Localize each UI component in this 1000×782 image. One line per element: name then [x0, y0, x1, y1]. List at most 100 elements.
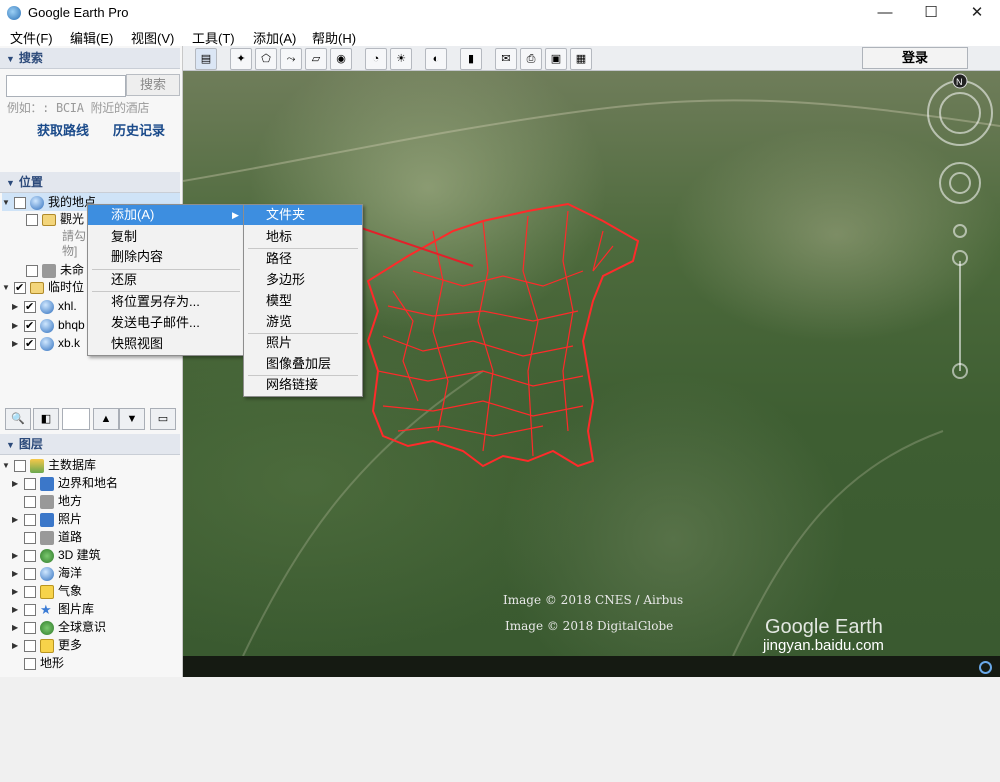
submenu-path[interactable]: 路径	[266, 249, 292, 269]
submenu-placemark[interactable]: 地标	[266, 227, 292, 247]
global-awareness-icon	[40, 620, 54, 635]
kml-row[interactable]: ▶xb.k	[12, 334, 80, 353]
streaming-icon	[979, 661, 992, 674]
eye-altitude: 视角海拔高度 20.87 公里	[783, 743, 944, 758]
menu-separator	[248, 333, 358, 334]
menu-help[interactable]: 帮助(H)	[312, 28, 356, 47]
menu-add[interactable]: 添加(A)	[253, 28, 296, 47]
title-bar: Google Earth Pro — ☐ ✕	[0, 0, 1000, 26]
search-places-button[interactable]: 🔍	[5, 408, 31, 430]
layer-row[interactable]: ▶ 更多	[12, 636, 82, 654]
elevation: 海拔 0 米	[666, 722, 764, 737]
move-down-button[interactable]: ▼	[119, 408, 145, 430]
path-icon[interactable]: ⤳	[280, 48, 302, 70]
submenu-polygon[interactable]: 多边形	[266, 270, 305, 290]
folder-icon	[42, 213, 56, 226]
more-icon	[40, 638, 54, 653]
maximize-button[interactable]: ☐	[908, 0, 954, 26]
historical-imagery-icon[interactable]: ◔	[365, 48, 387, 70]
globe-icon	[40, 299, 54, 314]
sightseeing-label: 觀光	[60, 212, 85, 226]
search-input[interactable]	[6, 75, 126, 97]
toggle-panel-button[interactable]: ◧	[33, 408, 59, 430]
submenu-arrow-icon: ▶	[232, 210, 239, 220]
polygon-icon[interactable]: ⬠	[255, 48, 277, 70]
primary-db-row[interactable]: ▼ 主数据库	[2, 456, 96, 474]
email-icon[interactable]: ✉	[495, 48, 517, 70]
context-menu-revert[interactable]: 还原	[111, 270, 137, 290]
submenu-network-link[interactable]: 网络链接	[266, 375, 318, 395]
image-credit-1: Image © 2018 CNES / Airbus	[503, 593, 684, 607]
image-overlay-icon[interactable]: ▱	[305, 48, 327, 70]
ruler-icon[interactable]: ▮	[460, 48, 482, 70]
sunlight-icon[interactable]: ☀	[390, 48, 412, 70]
context-menu-save-as[interactable]: 将位置另存为...	[111, 292, 200, 312]
globe-icon	[40, 336, 54, 351]
context-menu-snapshot[interactable]: 快照视图	[111, 334, 163, 354]
print-icon[interactable]: ⎙	[520, 48, 542, 70]
layer-row[interactable]: 地方	[12, 492, 82, 510]
layer-row[interactable]: ▶ 全球意识	[12, 618, 106, 636]
login-button[interactable]: 登录	[862, 47, 968, 69]
kml-row[interactable]: ▶bhqb	[12, 316, 85, 335]
submenu-folder[interactable]: 文件夹	[244, 205, 362, 225]
navigation-controls	[927, 80, 993, 379]
temp-places-row[interactable]: ▼临时位	[2, 278, 84, 297]
placemark-icon[interactable]: ✦	[230, 48, 252, 70]
menu-file[interactable]: 文件(F)	[10, 28, 53, 47]
menu-view[interactable]: 视图(V)	[131, 28, 174, 47]
kml-row[interactable]: ▶xhl.	[12, 297, 77, 316]
search-button[interactable]: 搜索	[126, 74, 180, 96]
layer-label: 照片	[58, 512, 83, 526]
unnamed-row[interactable]: 未命	[14, 261, 84, 279]
layer-row[interactable]: 地形	[24, 654, 64, 672]
layer-row[interactable]: ▶ ★ 图片库	[12, 600, 94, 618]
history-link[interactable]: 历史记录	[113, 120, 165, 139]
layer-label: 全球意识	[58, 620, 107, 634]
layers-section-header[interactable]: ▼ 图层	[0, 434, 180, 455]
star-icon: ★	[40, 601, 52, 617]
layers-icon	[30, 458, 44, 473]
submenu-folder-label: 文件夹	[266, 207, 306, 222]
ocean-icon	[40, 566, 54, 581]
places-filter-input[interactable]	[62, 408, 90, 430]
layer-label: 3D 建筑	[58, 548, 101, 562]
search-hint: 例如：: BCIA 附近的酒店	[7, 101, 150, 115]
sightseeing-hint-2: 物]	[62, 244, 78, 258]
submenu-photo[interactable]: 照片	[266, 333, 292, 353]
move-up-button[interactable]: ▲	[93, 408, 119, 430]
menu-edit[interactable]: 编辑(E)	[70, 28, 113, 47]
menu-tools[interactable]: 工具(T)	[192, 28, 235, 47]
window-title: Google Earth Pro	[28, 5, 129, 20]
kml-label: bhqb	[58, 318, 85, 332]
context-menu-add[interactable]: 添加(A) ▶	[88, 205, 244, 225]
layer-label: 气象	[58, 584, 83, 598]
context-menu-delete[interactable]: 删除内容	[111, 247, 163, 267]
menu-separator	[248, 248, 358, 249]
layer-row[interactable]: ▶ 海洋	[12, 564, 82, 582]
layer-row[interactable]: ▶ 照片	[12, 510, 82, 528]
record-tour-icon[interactable]: ◉	[330, 48, 352, 70]
sightseeing-row[interactable]: 觀光	[14, 210, 84, 228]
layer-row[interactable]: ▶ 3D 建筑	[12, 546, 101, 564]
folder-button[interactable]: ▭	[150, 408, 176, 430]
tour-icon	[42, 263, 56, 278]
submenu-image-overlay[interactable]: 图像叠加层	[266, 354, 331, 374]
context-menu-email[interactable]: 发送电子邮件...	[111, 313, 200, 333]
layer-row[interactable]: 道路	[12, 528, 82, 546]
close-button[interactable]: ✕	[954, 0, 1000, 26]
get-directions-link[interactable]: 获取路线	[37, 120, 89, 139]
submenu-model[interactable]: 模型	[266, 291, 292, 311]
search-section-header[interactable]: ▼ 搜索	[0, 48, 180, 69]
places-section-header[interactable]: ▼ 位置	[0, 172, 180, 193]
context-menu-add-label: 添加(A)	[111, 207, 155, 222]
layer-row[interactable]: ▶ 边界和地名	[12, 474, 118, 492]
save-image-icon[interactable]: ▣	[545, 48, 567, 70]
context-menu-copy[interactable]: 复制	[111, 227, 137, 247]
submenu-tour[interactable]: 游览	[266, 312, 292, 332]
sidebar-toggle-icon[interactable]: ▤	[195, 48, 217, 70]
planets-icon[interactable]: ◐	[425, 48, 447, 70]
layer-row[interactable]: ▶ 气象	[12, 582, 82, 600]
google-maps-icon[interactable]: ▦	[570, 48, 592, 70]
minimize-button[interactable]: —	[862, 0, 908, 26]
